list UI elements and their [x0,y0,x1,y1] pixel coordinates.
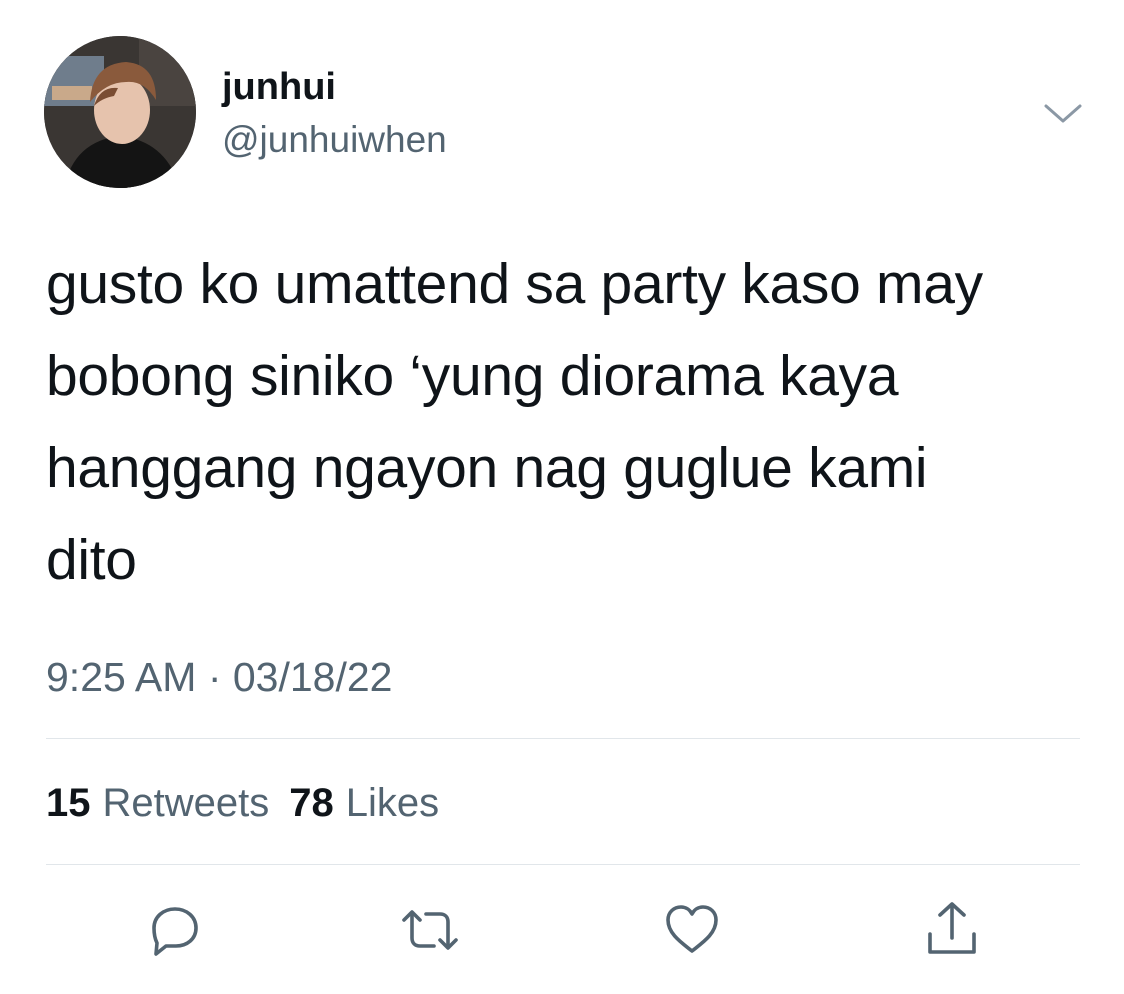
likes-label[interactable]: Likes [346,781,439,825]
retweet-button[interactable] [398,898,462,962]
display-name[interactable]: junhui [222,64,336,110]
profile-photo-icon [44,36,196,188]
like-button[interactable] [660,898,724,962]
likes-count[interactable]: 78 [289,781,334,825]
divider [46,864,1080,865]
share-button[interactable] [920,898,984,962]
heart-icon [666,905,718,953]
tweet-timestamp[interactable]: 9:25 AM · 03/18/22 [46,652,392,702]
divider [46,738,1080,739]
reply-button[interactable] [142,898,206,962]
retweets-count[interactable]: 15 [46,781,91,825]
tweet-text-line: dito [46,528,137,592]
tweet-card: junhui @junhuiwhen gusto ko umattend sa … [0,0,1124,994]
tweet-text-line: bobong siniko ‘yung diorama kaya [46,344,899,408]
chevron-down-icon[interactable] [1040,96,1086,130]
tweet-text: gusto ko umattend sa party kaso may bobo… [46,238,1076,606]
tweet-text-line: hanggang ngayon nag guglue kami [46,436,928,500]
tweet-text-line: gusto ko umattend sa party kaso may [46,252,983,316]
retweet-icon [402,910,458,950]
tweet-stats: 15 Retweets 78 Likes [46,778,439,828]
share-icon [928,902,976,954]
avatar[interactable] [44,36,196,188]
retweets-label[interactable]: Retweets [103,781,270,825]
reply-icon [152,907,198,956]
user-handle[interactable]: @junhuiwhen [222,117,447,163]
